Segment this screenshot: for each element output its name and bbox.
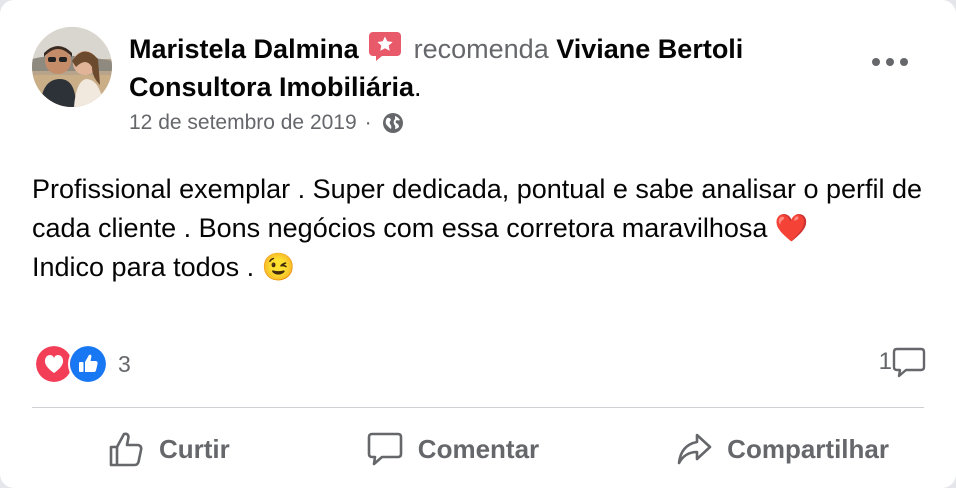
reaction-summary[interactable]: 3 bbox=[34, 344, 131, 384]
review-card: Maristela Dalmina recomenda Viviane Bert… bbox=[0, 0, 956, 488]
action-bar: Curtir Comentar Compartilhar bbox=[32, 420, 924, 478]
more-options-icon[interactable] bbox=[870, 52, 910, 72]
comment-icon bbox=[367, 432, 403, 466]
thumbs-up-icon bbox=[109, 432, 143, 467]
post-meta: 12 de setembro de 2019 · bbox=[129, 111, 404, 135]
globe-icon bbox=[382, 113, 403, 133]
comment-button[interactable]: Comentar bbox=[356, 420, 549, 478]
share-icon bbox=[677, 433, 712, 465]
recommend-badge-icon bbox=[368, 31, 402, 61]
post-date-link[interactable]: 12 de setembro de 2019 bbox=[129, 111, 357, 135]
like-reaction-icon bbox=[68, 344, 108, 384]
like-button[interactable]: Curtir bbox=[97, 420, 240, 478]
author-name-link[interactable]: Maristela Dalmina bbox=[129, 34, 359, 64]
post-body-line: Indico para todos . 😉 bbox=[32, 252, 296, 282]
comment-button-label: Comentar bbox=[417, 433, 540, 464]
recommend-verb: recomenda bbox=[413, 34, 549, 64]
post-body-line: Profissional exemplar . Super dedicada, … bbox=[32, 174, 923, 243]
comment-count: 1 bbox=[878, 348, 892, 375]
share-button-label: Compartilhar bbox=[727, 433, 889, 464]
comment-bubble-icon bbox=[892, 347, 926, 378]
comment-count-link[interactable]: 1 bbox=[879, 346, 926, 378]
like-button-label: Curtir bbox=[159, 433, 230, 464]
target-suffix: . bbox=[414, 72, 422, 102]
author-avatar[interactable] bbox=[32, 27, 112, 107]
reaction-count: 3 bbox=[118, 350, 131, 377]
post-header: Maristela Dalmina recomenda Viviane Bert… bbox=[129, 30, 849, 106]
actions-divider bbox=[32, 407, 924, 408]
meta-separator: · bbox=[364, 111, 372, 134]
post-body: Profissional exemplar . Super dedicada, … bbox=[32, 170, 932, 287]
share-button[interactable]: Compartilhar bbox=[665, 420, 899, 478]
